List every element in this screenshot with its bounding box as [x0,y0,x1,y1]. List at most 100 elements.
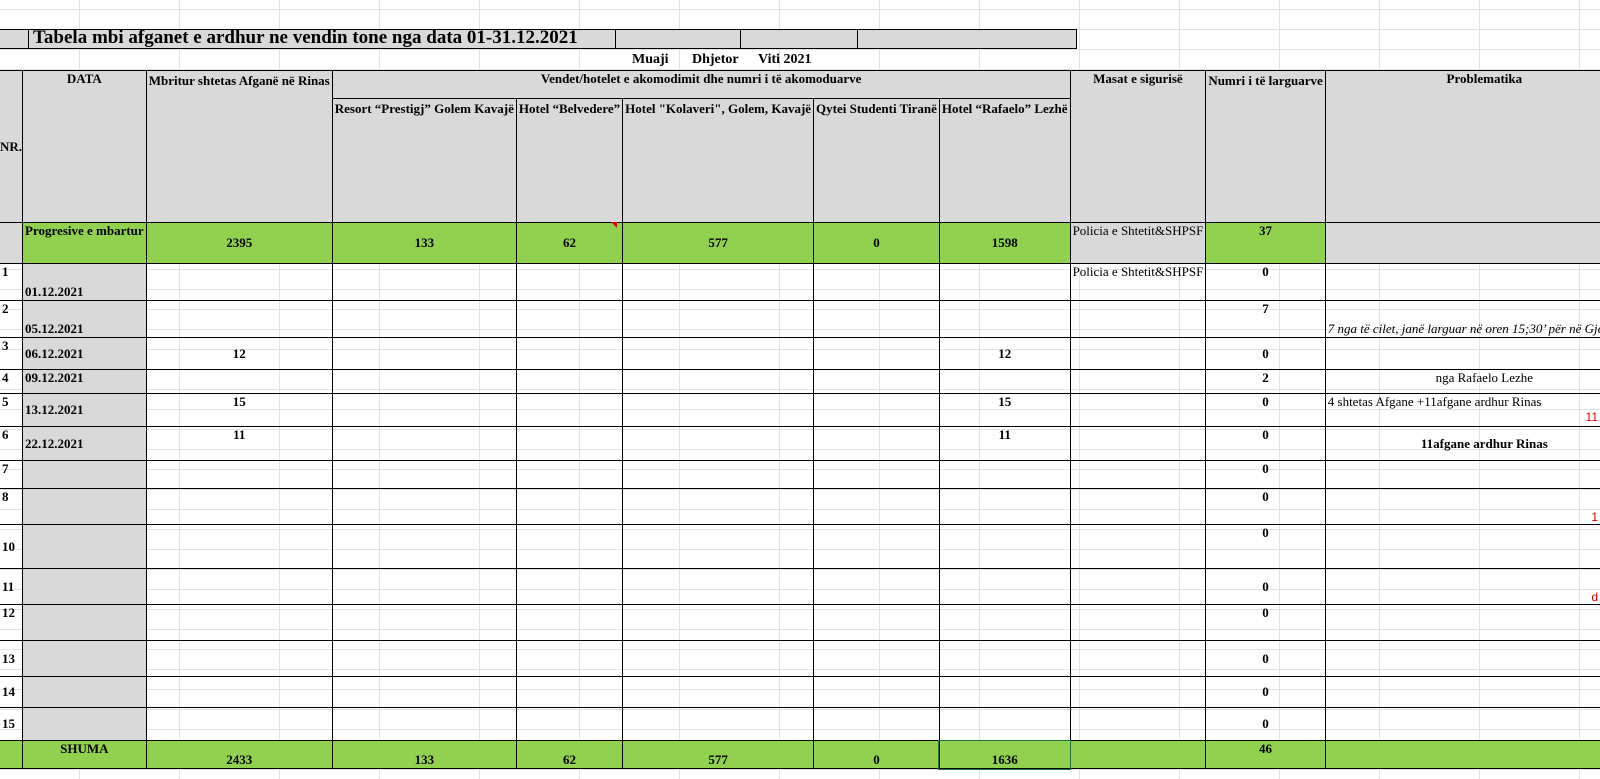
table-cell[interactable] [813,460,940,489]
table-cell[interactable]: 11 [145,426,333,461]
table-cell[interactable]: 0 [1205,263,1326,301]
table-cell[interactable] [1069,337,1207,370]
table-cell[interactable] [1069,568,1207,605]
table-cell[interactable] [1069,393,1207,427]
table-cell[interactable] [145,300,333,338]
table-cell[interactable] [622,393,815,427]
table-cell[interactable] [145,460,333,489]
header-venue-rafaelo[interactable]: Hotel “Rafaelo” Lezhë [938,98,1071,223]
table-cell[interactable]: 15 [938,393,1071,427]
table-cell[interactable] [1069,707,1207,741]
table-cell[interactable] [813,393,940,427]
table-cell[interactable]: Policia e Shtetit&SHPSF [1069,263,1207,301]
table-cell[interactable] [938,460,1071,489]
header-removed[interactable]: Numri i të larguarve [1205,70,1326,223]
table-cell[interactable]: 62 [515,740,624,769]
row-number[interactable]: 5 [0,393,24,427]
table-cell[interactable] [938,488,1071,525]
table-cell[interactable] [1069,604,1207,641]
table-cell[interactable] [515,707,624,741]
table-cell[interactable] [622,604,815,641]
table-cell[interactable] [1324,640,1600,677]
table-cell[interactable]: 1598 [938,222,1071,264]
table-cell[interactable]: Policia e Shtetit&SHPSF [1069,222,1207,264]
table-cell[interactable] [1069,460,1207,489]
table-cell[interactable] [938,707,1071,741]
table-cell[interactable] [145,707,333,741]
table-cell[interactable] [331,676,517,708]
row-date[interactable] [22,707,147,741]
table-cell[interactable] [938,604,1071,641]
table-cell[interactable]: 2395 [145,222,333,264]
table-cell[interactable] [938,568,1071,605]
table-cell[interactable] [1324,707,1600,741]
table-cell[interactable]: 0 [1205,640,1326,677]
table-cell[interactable] [938,300,1071,338]
table-cell[interactable]: 15 [145,393,333,427]
row-date[interactable] [22,676,147,708]
table-cell[interactable]: 0 [1205,488,1326,525]
table-cell[interactable]: 46 [1205,740,1326,769]
table-cell[interactable] [331,393,517,427]
table-cell[interactable]: 7 nga të cilet, janë larguar në oren 15;… [1324,300,1600,338]
table-cell[interactable] [331,707,517,741]
row-number[interactable]: 10 [0,524,24,569]
row-date[interactable] [22,488,147,525]
table-cell[interactable] [515,640,624,677]
table-cell[interactable]: 12 [145,337,333,370]
table-cell[interactable] [813,524,940,569]
table-cell[interactable]: 0 [1205,568,1326,605]
table-cell[interactable] [622,568,815,605]
table-cell[interactable] [145,640,333,677]
table-cell[interactable] [1324,222,1600,264]
row-number[interactable]: 8 [0,488,24,525]
table-cell[interactable] [1324,337,1600,370]
sheet-title[interactable]: Tabela mbi afganet e ardhur ne vendin to… [33,27,578,49]
row-date[interactable] [22,604,147,641]
table-cell[interactable]: 0 [1205,337,1326,370]
header-nr[interactable]: NR. [0,70,24,223]
table-cell[interactable] [515,393,624,427]
table-cell[interactable] [813,488,940,525]
table-cell[interactable] [331,568,517,605]
table-cell[interactable]: 7 [1205,300,1326,338]
row-number[interactable]: 2 [0,300,24,338]
table-cell[interactable] [1069,369,1207,394]
table-cell[interactable] [331,369,517,394]
row-date[interactable] [22,640,147,677]
table-cell[interactable] [622,426,815,461]
table-cell[interactable] [515,460,624,489]
row-number[interactable]: 3 [0,337,24,370]
table-cell[interactable]: 0 [1205,460,1326,489]
table-cell[interactable] [0,222,24,264]
table-cell[interactable] [938,640,1071,677]
table-cell[interactable] [1324,604,1600,641]
row-number[interactable]: 14 [0,676,24,708]
table-cell[interactable] [331,604,517,641]
row-date[interactable] [22,568,147,605]
row-date[interactable] [22,524,147,569]
table-cell[interactable]: 0 [813,222,940,264]
table-cell[interactable] [1069,488,1207,525]
table-cell[interactable] [331,263,517,301]
total-label[interactable]: SHUMA [22,740,147,769]
row-date[interactable]: 13.12.2021 [22,393,147,427]
header-venue-kolaveri[interactable]: Hotel "Kolaveri", Golem, Kavajë [622,98,815,223]
table-cell[interactable] [331,460,517,489]
row-date[interactable]: 01.12.2021 [22,263,147,301]
header-venue-qytet-studenti[interactable]: Qytei Studenti Tiranë [813,98,940,223]
comment-indicator-icon[interactable] [611,222,617,228]
table-cell[interactable] [1324,488,1600,525]
table-cell[interactable] [622,640,815,677]
table-cell[interactable] [1324,568,1600,605]
table-cell[interactable]: 62 [515,222,624,264]
table-cell[interactable]: 0 [1205,676,1326,708]
table-cell[interactable] [1069,300,1207,338]
table-cell[interactable] [145,524,333,569]
table-cell[interactable] [622,300,815,338]
table-cell[interactable]: 0 [1205,426,1326,461]
table-cell[interactable] [1069,676,1207,708]
table-cell[interactable] [145,604,333,641]
row-number[interactable]: 15 [0,707,24,741]
row-date[interactable]: 05.12.2021 [22,300,147,338]
